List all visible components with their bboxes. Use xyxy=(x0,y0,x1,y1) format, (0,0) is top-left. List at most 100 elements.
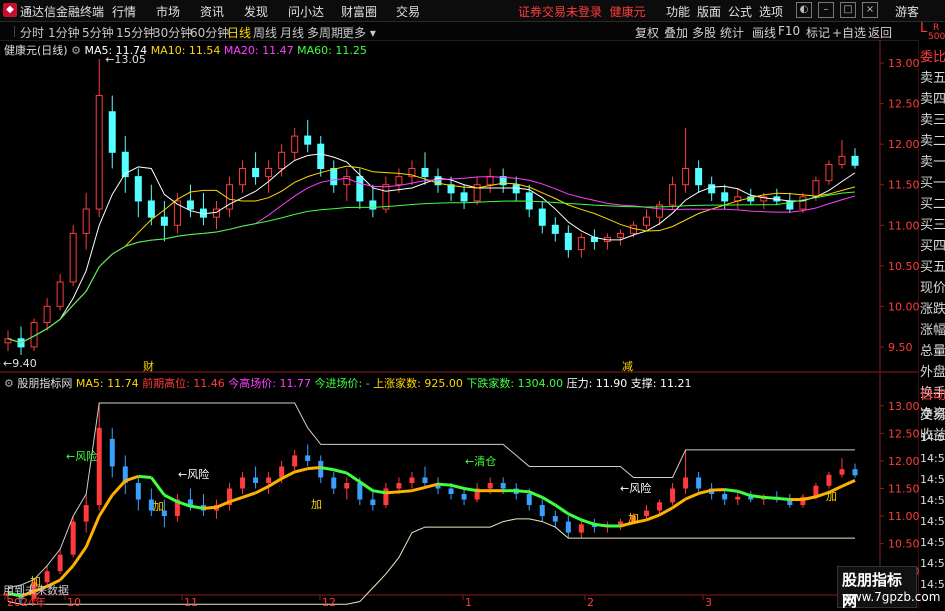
candle-body-41 xyxy=(538,208,546,226)
sub-annotation-0: ←风险 xyxy=(66,449,97,463)
candle-body-14 xyxy=(186,200,194,210)
sub-body-52 xyxy=(683,477,689,489)
main-ytick-6: 10.00 xyxy=(888,300,920,313)
sub-annotation-8: 加 xyxy=(826,490,837,503)
sub-body-34 xyxy=(448,488,454,495)
sub-ribbon-65 xyxy=(841,478,856,488)
sub-ribbon-32 xyxy=(411,485,426,493)
sub-ytick-4: 11.00 xyxy=(888,510,920,523)
candle-body-63 xyxy=(825,163,833,182)
candle-body-32 xyxy=(421,168,429,178)
sub-ribbon-11 xyxy=(138,474,152,479)
kline-chart[interactable]: 13.00 12.50 12.00 11.50 11.00 10.50 10.00 9.50 1… xyxy=(0,0,945,609)
candle-body-64 xyxy=(838,155,846,165)
sub-ribbon-27 xyxy=(345,471,361,484)
candle-body-7 xyxy=(95,95,103,210)
candle-body-42 xyxy=(551,224,559,234)
sub-body-7 xyxy=(96,427,102,506)
candle-body-47 xyxy=(616,232,624,238)
candle-body-27 xyxy=(356,176,364,202)
candle-body-4 xyxy=(56,281,64,307)
sub-ribbon-44 xyxy=(567,512,582,522)
candle-body-62 xyxy=(812,180,820,198)
sub-body-8 xyxy=(109,438,115,467)
sub-body-55 xyxy=(722,494,728,500)
sub-ribbon-35 xyxy=(450,483,465,490)
main-panel-title: 健康元(日线) ⚙ MA5: 11.74 MA10: 11.54 MA20: 1… xyxy=(4,44,367,57)
sub-ribbon-23 xyxy=(294,467,309,474)
settings-icon[interactable]: ⚙ xyxy=(71,44,81,57)
sub-ribbon-57 xyxy=(737,489,752,498)
sub-annotation-7: 加 xyxy=(628,512,639,525)
sub-field-3: 今进场价: - xyxy=(314,377,370,390)
candle-body-22 xyxy=(291,135,299,153)
sub-field-2: 今高场价: 11.77 xyxy=(228,377,311,390)
candle-body-12 xyxy=(160,216,168,226)
main-ytick-4: 11.00 xyxy=(888,219,920,232)
xtick-3: 12 xyxy=(322,596,336,609)
sub-body-23 xyxy=(305,455,311,461)
candle-body-21 xyxy=(278,151,286,170)
sub-ribbon-30 xyxy=(385,490,400,495)
main-ytick-5: 10.50 xyxy=(888,260,920,273)
candle-body-53 xyxy=(695,168,703,186)
sub-ytick-5: 10.50 xyxy=(888,538,920,551)
sub-body-4 xyxy=(57,554,63,572)
candle-body-18 xyxy=(239,168,247,186)
sub-ribbon-46 xyxy=(594,522,608,528)
sub-field-0: MA5: 11.74 xyxy=(75,377,139,390)
sub-ribbon-19 xyxy=(242,491,257,499)
sub-body-42 xyxy=(552,516,558,522)
sub-body-32 xyxy=(422,477,428,483)
event-marker-0: 财 xyxy=(143,359,154,373)
sub-ribbon-45 xyxy=(580,518,595,526)
sub-ribbon-24 xyxy=(307,466,321,471)
ma-line-20 xyxy=(7,176,856,344)
sub-ribbon-20 xyxy=(254,484,270,495)
xtick-1: 10 xyxy=(67,596,81,609)
sub-annotation-3: ←风险 xyxy=(620,481,651,495)
event-marker-1: 减 xyxy=(622,360,633,373)
candle-body-54 xyxy=(708,184,716,194)
sub-body-6 xyxy=(83,505,89,522)
candle-body-39 xyxy=(512,184,520,194)
sub-annotation-6: 加 xyxy=(311,498,322,511)
sub-body-29 xyxy=(383,488,389,506)
sub-ribbon-13 xyxy=(163,493,179,504)
sub-ribbon-59 xyxy=(763,495,777,500)
sub-body-49 xyxy=(644,510,650,517)
sub-ribbon-16 xyxy=(203,505,217,510)
sub-field-1: 前期高位: 11.46 xyxy=(142,377,225,390)
indicator-icon[interactable]: ⚙ xyxy=(4,377,14,390)
sub-ribbon-42 xyxy=(541,496,557,507)
sub-field-7: 支撑: 11.21 xyxy=(630,377,692,390)
ma-line-60 xyxy=(7,191,856,344)
sub-ribbon-34 xyxy=(437,482,452,487)
candle-body-11 xyxy=(147,200,155,218)
main-ytick-2: 12.00 xyxy=(888,138,920,151)
candle-body-24 xyxy=(317,143,325,170)
sub-body-65 xyxy=(852,469,858,476)
sub-body-10 xyxy=(135,482,141,500)
candle-body-37 xyxy=(486,176,494,186)
sub-body-44 xyxy=(578,524,584,533)
sub-ribbon-53 xyxy=(685,492,700,501)
sub-body-26 xyxy=(344,482,350,489)
candle-body-35 xyxy=(460,192,468,202)
sub-body-38 xyxy=(500,482,506,489)
sub-body-51 xyxy=(670,488,676,503)
sub-annotation-1: ←风险 xyxy=(178,467,209,481)
candle-body-52 xyxy=(682,168,690,186)
sub-body-18 xyxy=(240,477,246,489)
sub-field-4: 上涨家数: 925.00 xyxy=(373,377,463,390)
sub-body-56 xyxy=(735,496,741,500)
main-ytick-3: 11.50 xyxy=(888,179,920,192)
xtick-2: 11 xyxy=(184,596,198,609)
future-data-note: 用到未来数据 xyxy=(3,584,69,597)
candle-body-55 xyxy=(721,192,729,202)
main-ytick-7: 9.50 xyxy=(888,341,913,354)
candle-body-49 xyxy=(643,216,651,226)
sub-body-19 xyxy=(253,477,259,483)
sub-ribbon-26 xyxy=(333,468,348,475)
candle-body-23 xyxy=(304,135,312,145)
